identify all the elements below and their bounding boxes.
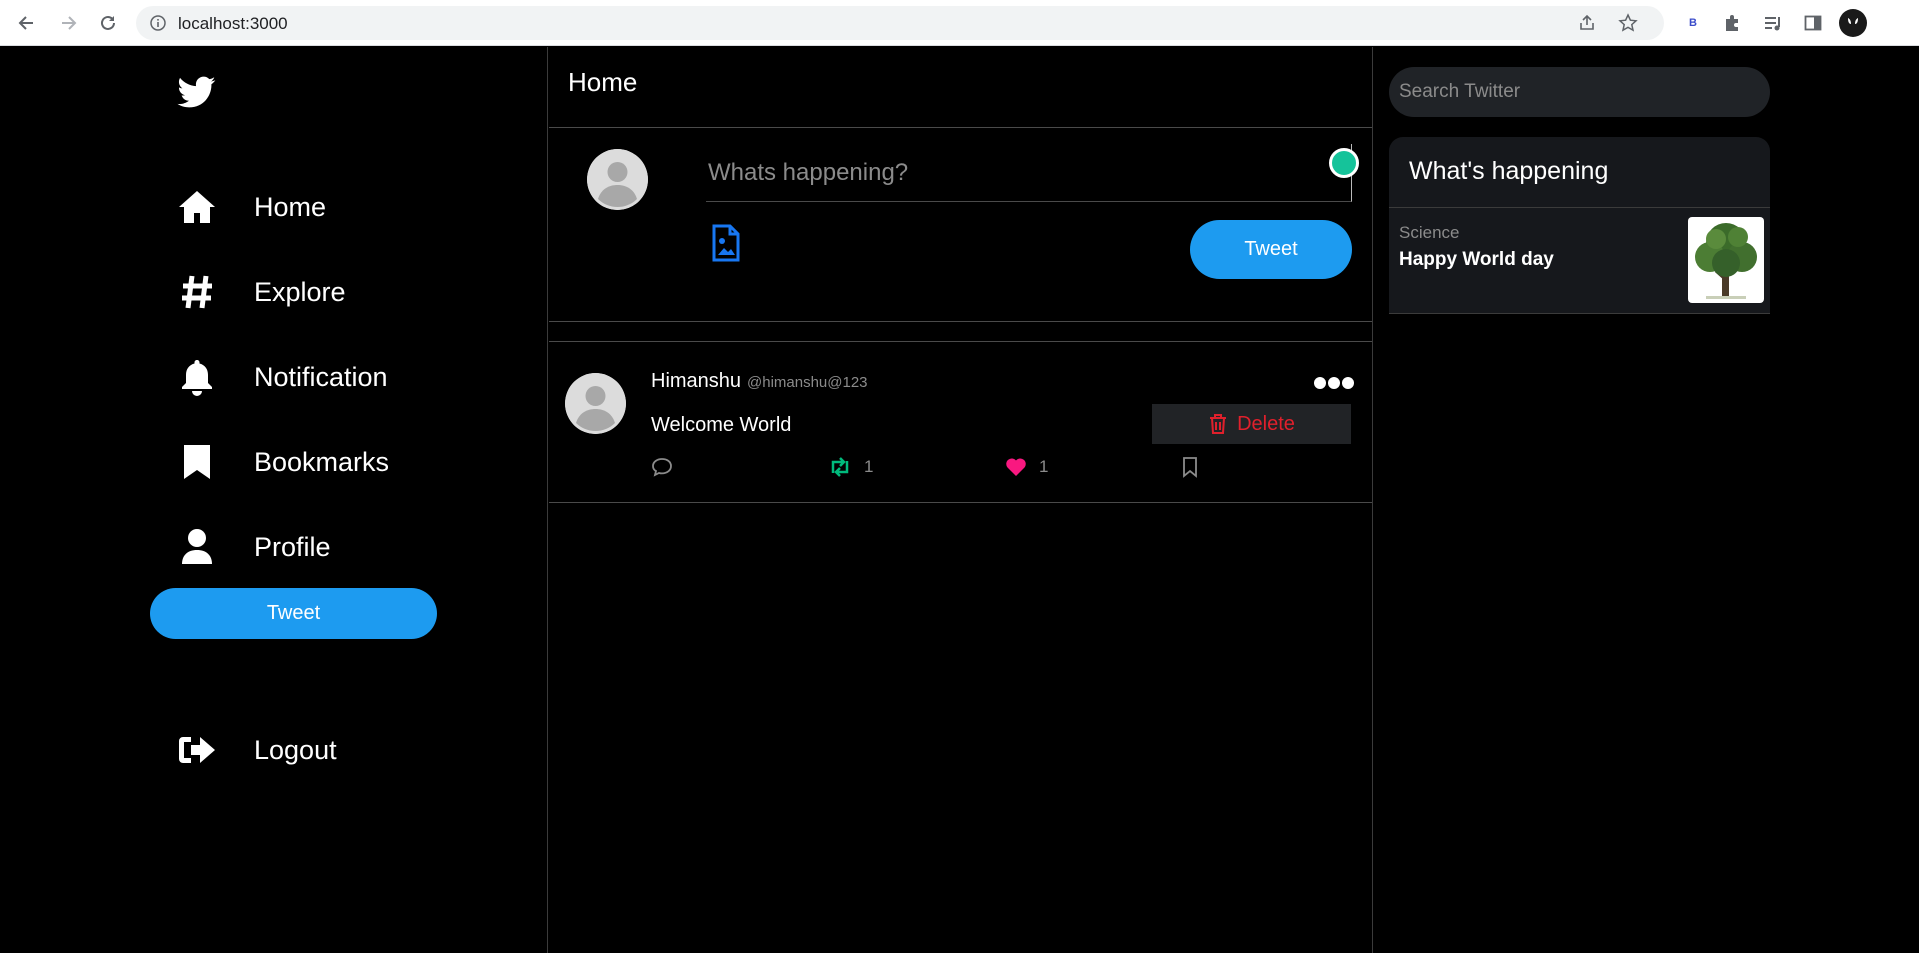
tweet-card: Himanshu @himanshu@123 Welcome World Del… (549, 342, 1372, 503)
sidebar-item-label: Notification (254, 361, 388, 392)
side-panel-icon[interactable] (1802, 12, 1824, 34)
reply-button[interactable] (651, 454, 673, 480)
tweet-avatar[interactable] (565, 373, 626, 434)
page-title: Home (568, 67, 638, 97)
forward-icon[interactable] (55, 10, 81, 36)
profile-avatar-icon[interactable] (1839, 9, 1867, 37)
tweet-author-name[interactable]: Himanshu (651, 370, 741, 393)
logout-button[interactable]: Logout (176, 725, 337, 775)
back-icon[interactable] (14, 10, 40, 36)
search-input[interactable] (1389, 67, 1770, 117)
retweet-button[interactable]: 1 (828, 454, 873, 480)
sidebar-item-profile[interactable]: Profile (176, 522, 331, 572)
bell-icon (176, 356, 218, 398)
bookmark-icon (176, 441, 218, 483)
tweet-text: Welcome World (651, 414, 792, 436)
main-feed: Home Tweet Himanshu @himanshu@123 (549, 47, 1373, 953)
image-upload-icon[interactable] (711, 224, 741, 262)
divider (1389, 313, 1770, 314)
sidebar-item-label: Home (254, 191, 327, 222)
reload-icon[interactable] (95, 10, 121, 36)
media-queue-icon[interactable] (1762, 12, 1784, 34)
compose-box: Tweet (549, 128, 1372, 322)
heart-icon (1006, 458, 1026, 476)
right-sidebar: What's happening Science Happy World day (1374, 47, 1919, 953)
sidebar-item-label: Bookmarks (254, 446, 390, 477)
delete-button[interactable]: Delete (1152, 404, 1351, 444)
sidebar-tweet-button[interactable]: Tweet (150, 588, 437, 639)
star-icon[interactable] (1618, 13, 1638, 33)
compose-input[interactable] (706, 144, 1352, 202)
like-button[interactable]: 1 (1005, 454, 1048, 480)
user-icon (176, 526, 218, 568)
trends-title: What's happening (1409, 157, 1609, 185)
sidebar-item-notification[interactable]: Notification (176, 352, 388, 402)
address-bar[interactable]: localhost:3000 (136, 6, 1664, 40)
site-info-icon[interactable] (150, 15, 166, 31)
grammarly-icon[interactable] (1329, 148, 1359, 178)
left-sidebar: Home Explore Notification Bookmarks Prof (0, 47, 548, 953)
like-count: 1 (1039, 457, 1049, 476)
hashtag-icon (176, 271, 218, 313)
retweet-count: 1 (864, 457, 874, 476)
retweet-icon (831, 457, 849, 477)
logout-icon (176, 729, 218, 771)
compose-avatar (587, 149, 648, 210)
divider (549, 322, 1372, 342)
delete-label: Delete (1237, 412, 1295, 435)
bookmark-outline-icon (1183, 457, 1197, 478)
sidebar-item-label: Profile (254, 531, 331, 562)
trends-panel: What's happening Science Happy World day (1389, 137, 1770, 314)
extension-b-icon[interactable]: B (1682, 12, 1704, 34)
trend-thumbnail (1688, 217, 1764, 303)
browser-toolbar: localhost:3000 B (0, 0, 1919, 46)
sidebar-item-explore[interactable]: Explore (176, 267, 346, 317)
bookmark-button[interactable] (1182, 454, 1198, 480)
sidebar-item-bookmarks[interactable]: Bookmarks (176, 437, 389, 487)
url-text: localhost:3000 (178, 14, 288, 33)
extensions-puzzle-icon[interactable] (1722, 12, 1744, 34)
tweet-author-handle: @himanshu@123 (747, 374, 868, 391)
trend-category: Science (1399, 223, 1460, 242)
twitter-logo-icon[interactable] (176, 73, 218, 111)
feed-header: Home (549, 47, 1372, 128)
trend-title: Happy World day (1399, 249, 1554, 270)
trash-icon (1210, 414, 1227, 434)
twitter-app: Home Explore Notification Bookmarks Prof (0, 47, 1919, 953)
logout-label: Logout (254, 734, 337, 765)
comment-icon (652, 458, 672, 477)
compose-tweet-button[interactable]: Tweet (1190, 220, 1352, 279)
divider (1389, 207, 1770, 208)
more-options-icon[interactable] (1314, 376, 1354, 390)
sidebar-item-label: Explore (254, 276, 346, 307)
home-icon (176, 186, 218, 228)
sidebar-item-home[interactable]: Home (176, 182, 326, 232)
share-icon[interactable] (1577, 13, 1597, 33)
